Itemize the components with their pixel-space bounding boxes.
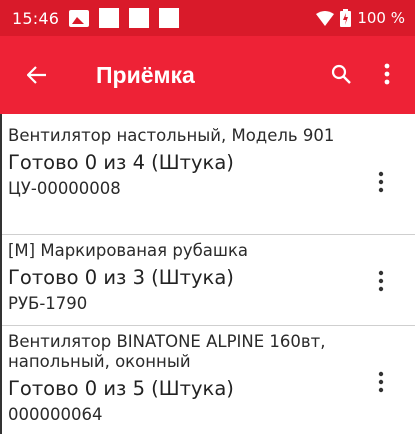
more-vert-icon — [378, 171, 384, 193]
notification-icon — [129, 8, 150, 28]
notification-icon — [159, 8, 180, 28]
item-name: [М] Маркированая рубашка — [8, 241, 249, 260]
item-code: 000000064 — [8, 405, 103, 424]
notification-icon — [99, 8, 120, 28]
search-button[interactable] — [321, 48, 361, 100]
app-bar: Приёмка — [0, 36, 415, 114]
back-arrow-icon — [27, 66, 46, 84]
battery-icon — [340, 9, 352, 27]
item-code: ЦУ-00000008 — [8, 179, 121, 198]
item-progress: Готово 0 из 4 (Штука) — [8, 151, 234, 174]
item-progress: Готово 0 из 3 (Штука) — [8, 266, 234, 289]
overflow-menu-button[interactable] — [367, 48, 407, 100]
list-item[interactable]: Вентилятор BINATONE ALPINE 160вт, наполь… — [2, 326, 415, 434]
search-icon — [331, 64, 351, 84]
item-name: Вентилятор BINATONE ALPINE 160вт, наполь… — [8, 332, 326, 371]
item-code: РУБ-1790 — [8, 294, 88, 313]
more-vert-icon — [378, 270, 384, 292]
list-item[interactable]: [М] Маркированая рубашка Готово 0 из 3 (… — [2, 235, 415, 326]
image-notification-icon — [69, 9, 90, 27]
battery-level: 100 % — [357, 9, 405, 27]
status-right: 100 % — [316, 9, 405, 27]
more-vert-icon — [384, 63, 390, 85]
notification-icons — [69, 8, 180, 28]
page-title: Приёмка — [96, 61, 195, 88]
item-menu-button[interactable] — [369, 162, 393, 202]
item-progress: Готово 0 из 5 (Штука) — [8, 377, 234, 400]
item-menu-button[interactable] — [369, 261, 393, 301]
status-time: 15:46 — [12, 8, 60, 28]
receiving-list: Вентилятор настольный, Модель 901 Готово… — [0, 114, 415, 434]
item-name: Вентилятор настольный, Модель 901 — [8, 126, 335, 145]
item-menu-button[interactable] — [369, 362, 393, 402]
list-item[interactable]: Вентилятор настольный, Модель 901 Готово… — [2, 114, 415, 235]
back-button[interactable] — [8, 47, 66, 103]
more-vert-icon — [378, 371, 384, 393]
status-bar: 15:46 100 % — [0, 0, 415, 36]
wifi-icon — [316, 10, 335, 26]
